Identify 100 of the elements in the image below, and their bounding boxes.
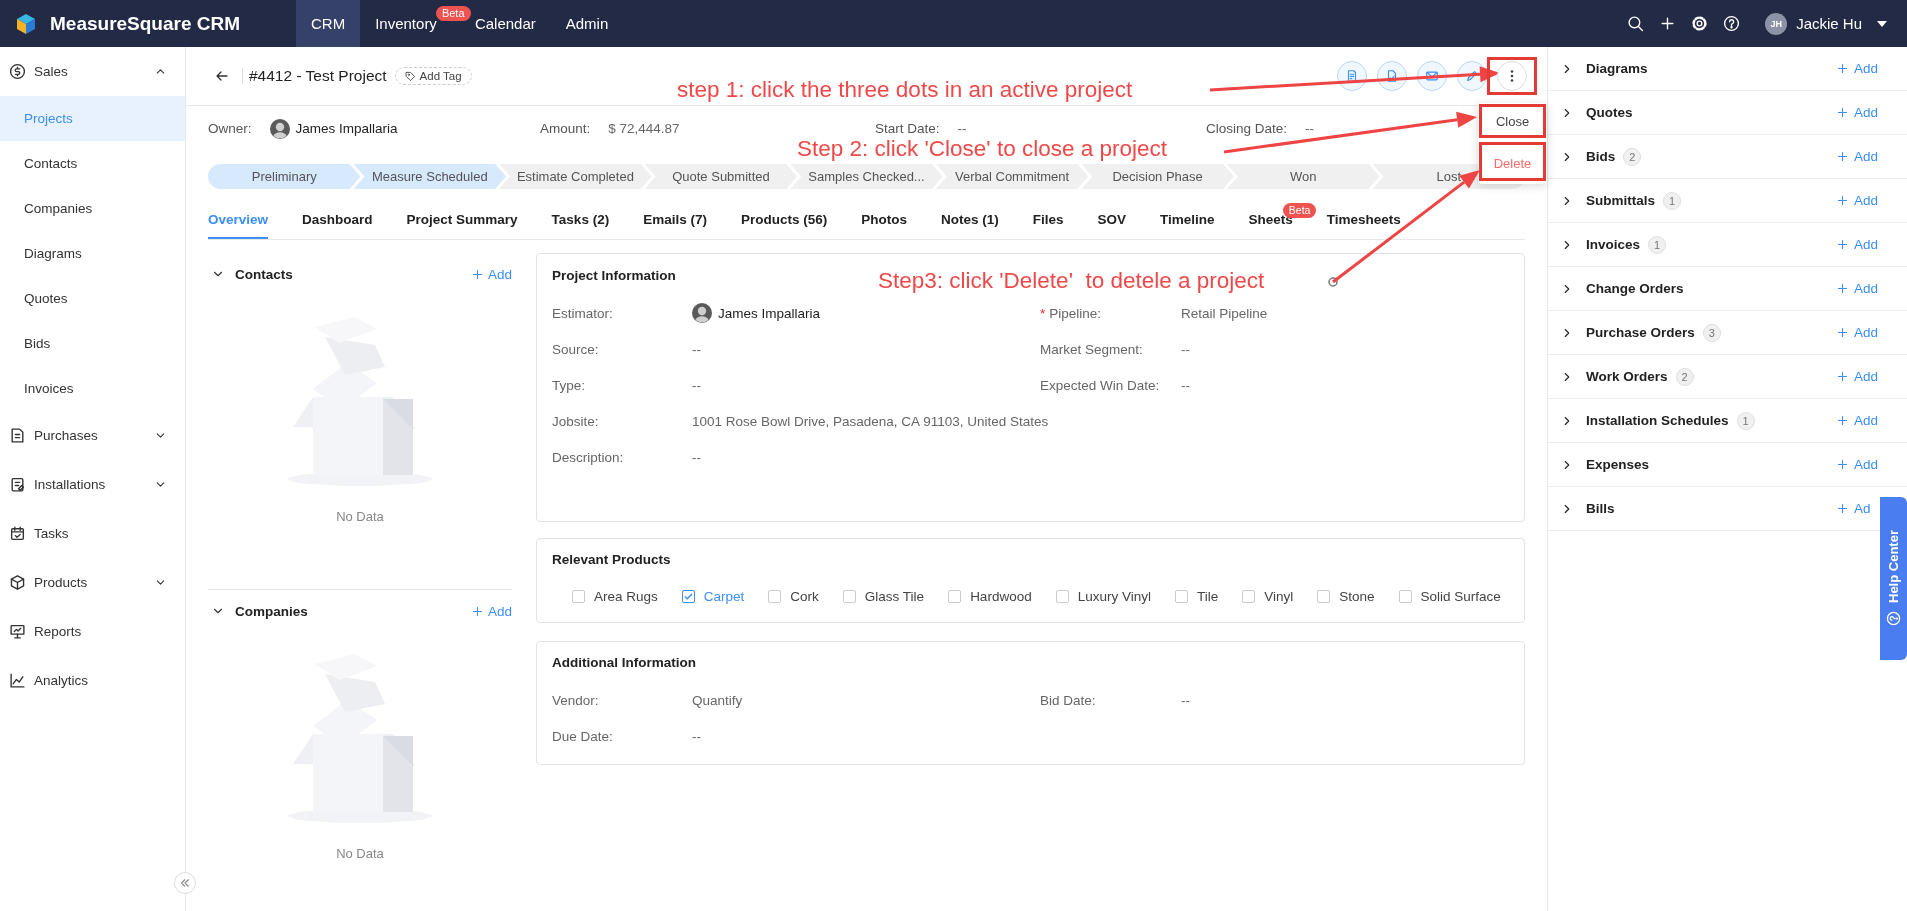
field-value: -- (1181, 341, 1191, 357)
tab[interactable]: Project Summary (406, 202, 518, 239)
sidebar-item[interactable]: Invoices (0, 366, 185, 411)
tab[interactable]: Dashboard (302, 202, 373, 239)
panel-section-title[interactable]: Diagrams (1586, 61, 1648, 76)
field-label: Vendor: (552, 692, 599, 708)
envelope-icon (1425, 69, 1439, 83)
stage-step[interactable]: Decision Phase (1081, 164, 1234, 189)
document-button[interactable] (1337, 61, 1367, 91)
checkbox-label[interactable]: Area Rugs (594, 588, 658, 604)
stage-step[interactable]: Verbal Commitment (935, 164, 1089, 189)
checkbox-label[interactable]: Vinyl (1264, 588, 1294, 604)
document-check-button[interactable] (1377, 61, 1407, 91)
panel-section-title[interactable]: Purchase Orders (1586, 325, 1695, 340)
envelope-button[interactable] (1417, 61, 1447, 91)
sidebar-item[interactable]: Companies (0, 186, 185, 231)
required-mark: * (1040, 305, 1046, 321)
clipboard-icon (9, 476, 26, 493)
field-label: Description: (552, 449, 624, 465)
sidebar-item[interactable]: Reports (0, 607, 185, 656)
field-label: Market Segment: (1040, 341, 1143, 357)
caret-icon[interactable] (1877, 19, 1887, 28)
checkbox[interactable] (948, 589, 962, 603)
panel-section-title[interactable]: Quotes (1586, 105, 1633, 120)
help-center-tab[interactable]: Help Center (1880, 497, 1907, 660)
stage-step[interactable]: Samples Checked... (790, 164, 943, 189)
checkbox-label[interactable]: Luxury Vinyl (1077, 588, 1151, 604)
document-check-icon (1385, 69, 1399, 83)
nav-tab[interactable]: Calendar (474, 0, 551, 47)
tab[interactable]: Tasks (2) (551, 202, 610, 239)
checkbox[interactable] (842, 589, 856, 603)
sidebar-item[interactable]: Products (0, 558, 185, 607)
panel-section-title[interactable]: Expenses (1586, 457, 1650, 472)
field-value: James Impallaria (295, 121, 398, 136)
section-title: Companies (235, 603, 309, 619)
panel-section-title[interactable]: Submittals (1586, 193, 1655, 208)
plus-icon (1836, 370, 1849, 383)
stage-step[interactable]: Won (1226, 164, 1380, 189)
field-value: -- (692, 449, 702, 465)
collapse-button[interactable] (174, 872, 196, 894)
nav-tab[interactable]: Inventory (360, 0, 437, 47)
stage-step[interactable]: Estimate Completed (499, 164, 652, 189)
panel-section-title[interactable]: Bills (1586, 501, 1615, 516)
empty-message: No Data (336, 509, 384, 524)
tab[interactable]: Timeline (1160, 202, 1215, 239)
count-badge: 2 (1675, 367, 1694, 386)
stage-step[interactable]: Quote Submitted (644, 164, 798, 189)
search-icon[interactable] (1627, 15, 1645, 32)
checkbox-label[interactable]: Solid Surface (1420, 588, 1501, 604)
tab[interactable]: Files (1032, 202, 1064, 239)
checkbox[interactable] (572, 589, 585, 603)
tab[interactable]: SOV (1097, 202, 1126, 239)
checkbox[interactable] (1398, 589, 1412, 603)
checkbox-label[interactable]: Stone (1339, 588, 1375, 604)
field-value: -- (692, 341, 702, 357)
field-label: Source: (552, 341, 599, 357)
checkbox[interactable] (681, 589, 695, 603)
checkbox-label[interactable]: Glass Tile (864, 588, 925, 604)
dollar-icon (9, 63, 26, 80)
stage-step[interactable]: Preliminary (208, 164, 361, 189)
checkbox[interactable] (1242, 589, 1256, 603)
sidebar-item[interactable]: Sales (0, 47, 185, 96)
tab[interactable]: Emails (7) (643, 202, 707, 239)
field-label: Pipeline: (1049, 305, 1102, 321)
sidebar-item[interactable]: Purchases (0, 411, 185, 460)
field-label: Due Date: (552, 728, 613, 744)
checkbox[interactable] (768, 589, 782, 603)
tab[interactable]: Notes (1) (940, 202, 999, 239)
pen-icon (1465, 69, 1479, 83)
logo-icon[interactable] (15, 12, 37, 35)
tab[interactable]: Timesheets (1326, 202, 1401, 239)
sidebar-item[interactable]: Analytics (0, 656, 185, 705)
sidebar-item[interactable]: Diagrams (0, 231, 185, 276)
sidebar-item[interactable]: Contacts (0, 141, 185, 186)
checkbox[interactable] (1174, 589, 1188, 603)
sidebar-item[interactable]: Quotes (0, 276, 185, 321)
menu-item[interactable]: Close (1482, 107, 1543, 135)
plus-icon (1836, 194, 1849, 207)
panel-section-title[interactable]: Bids (1586, 149, 1616, 164)
settings-icon[interactable] (1691, 15, 1709, 32)
checkbox[interactable] (1055, 589, 1069, 603)
checkbox-label[interactable]: Cork (790, 588, 819, 604)
sidebar-item[interactable]: Bids (0, 321, 185, 366)
tab[interactable]: Products (56) (740, 202, 828, 239)
stage-step[interactable]: Measure Scheduled (353, 164, 507, 189)
tab[interactable]: Photos (861, 202, 907, 239)
user-name[interactable]: Jackie Hu (1796, 15, 1862, 32)
checkbox[interactable] (1317, 589, 1331, 603)
checkbox-label[interactable]: Tile (1196, 588, 1219, 604)
sidebar-item[interactable]: Tasks (0, 509, 185, 558)
nav-tab[interactable]: Admin (550, 0, 624, 47)
nav-tab[interactable]: CRM (296, 0, 361, 47)
plus-icon (1836, 150, 1849, 163)
sidebar-item[interactable]: Installations (0, 460, 185, 509)
panel-section-title[interactable]: Change Orders (1586, 281, 1684, 296)
panel-section-title[interactable]: Invoices (1586, 237, 1641, 252)
field-label: Start Date: (875, 121, 940, 136)
panel-section-title[interactable]: Installation Schedules (1586, 413, 1729, 428)
panel-section-title[interactable]: Work Orders (1586, 369, 1668, 384)
checkbox-label[interactable]: Hardwood (970, 588, 1032, 604)
